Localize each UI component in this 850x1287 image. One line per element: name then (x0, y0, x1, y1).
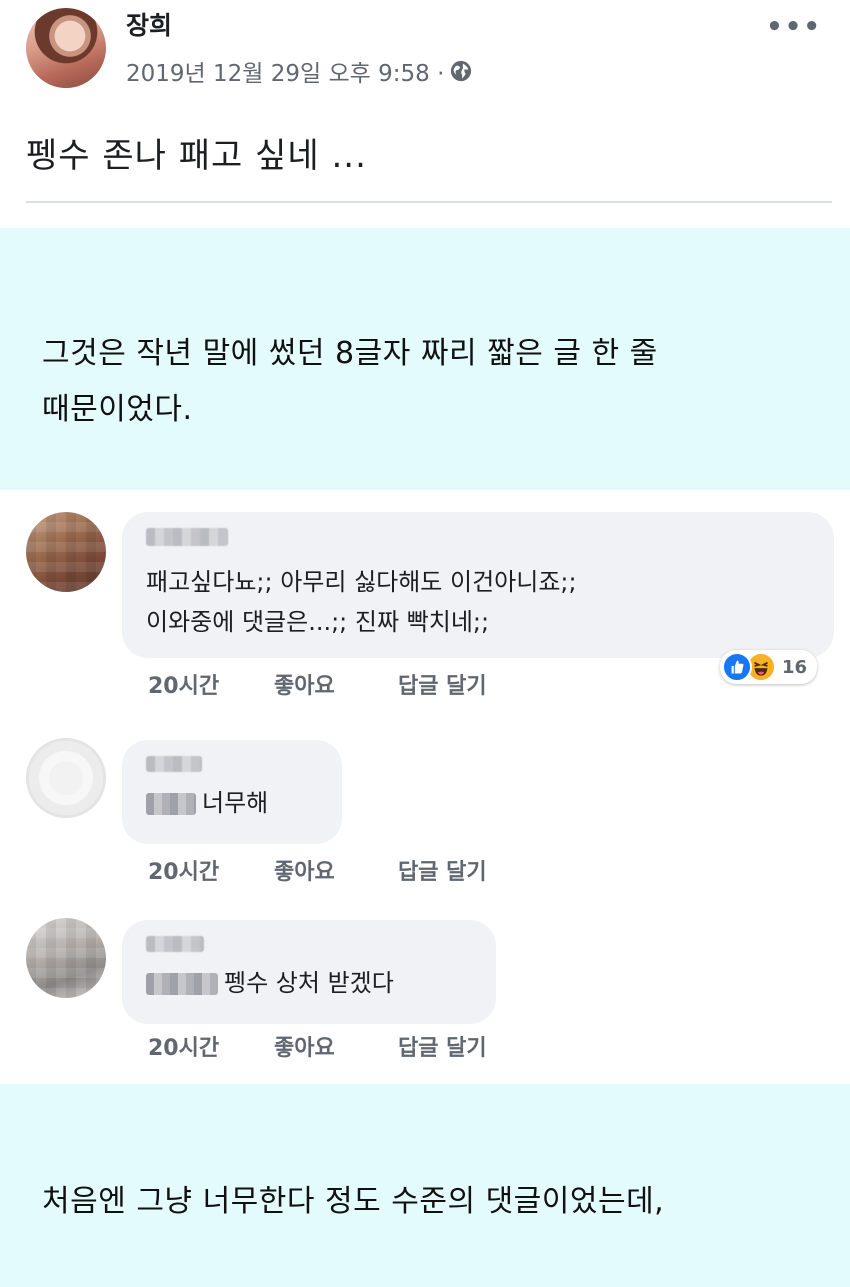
comments-section: 패고싶다뇨;; 아무리 싫다해도 이건아니죠;; 이와중에 댓글은...;; 진… (0, 490, 850, 1084)
author-avatar[interactable] (26, 8, 106, 88)
like-button[interactable]: 좋아요 (274, 854, 398, 886)
comment-bubble: 펭수 상처 받겠다 (122, 920, 496, 1024)
blurred-commenter-name[interactable] (146, 756, 202, 772)
blurred-commenter-name[interactable] (146, 528, 228, 546)
post-text: 펭수 존나 패고 싶네 ... (26, 136, 367, 176)
comment-bubble: 패고싶다뇨;; 아무리 싫다해도 이건아니죠;; 이와중에 댓글은...;; 진… (122, 512, 834, 658)
globe-icon (451, 60, 472, 82)
more-options-icon[interactable]: ••• (766, 12, 822, 42)
comment-time[interactable]: 20시간 (148, 1030, 274, 1062)
caption-panel-2: 처음엔 그냥 너무한다 정도 수준의 댓글이었는데, (0, 1084, 850, 1287)
blurred-mention-tag[interactable] (146, 793, 196, 815)
comment-text-line-2: 이와중에 댓글은...;; 진짜 빡치네;; (146, 608, 490, 636)
reaction-count: 16 (782, 656, 808, 678)
comment-text-line-1: 패고싶다뇨;; 아무리 싫다해도 이건아니죠;; (146, 568, 577, 596)
comment-bubble: 너무해 (122, 740, 342, 844)
commenter-avatar[interactable] (26, 512, 106, 592)
caption-text-1: 그것은 작년 말에 썼던 8글자 짜리 짧은 글 한 줄 때문이었다. (42, 326, 658, 438)
comment-time[interactable]: 20시간 (148, 854, 274, 886)
post-divider (26, 201, 832, 203)
comment-text: 패고싶다뇨;; 아무리 싫다해도 이건아니죠;; 이와중에 댓글은...;; 진… (146, 562, 812, 642)
reaction-summary[interactable]: 16 (720, 650, 818, 684)
like-button[interactable]: 좋아요 (274, 1030, 398, 1062)
reply-button[interactable]: 답글 달기 (398, 668, 487, 700)
comment-text: 너무해 (202, 789, 269, 817)
commenter-avatar[interactable] (26, 918, 106, 998)
blurred-mention-tag[interactable] (146, 973, 218, 995)
comment-time[interactable]: 20시간 (148, 668, 274, 700)
post-card: 장희 2019년 12월 29일 오후 9:58 · ••• 펭수 존나 패고 … (0, 0, 850, 228)
comment-text: 펭수 상처 받겠다 (224, 969, 394, 997)
post-meta: 2019년 12월 29일 오후 9:58 · (126, 54, 472, 88)
caption-1-line-2: 때문이었다. (42, 392, 193, 427)
caption-1-line-1: 그것은 작년 말에 썼던 8글자 짜리 짧은 글 한 줄 (42, 336, 658, 371)
caption-text-2: 처음엔 그냥 너무한다 정도 수준의 댓글이었는데, (42, 1184, 665, 1219)
post-timestamp[interactable]: 2019년 12월 29일 오후 9:58 · (126, 54, 444, 88)
like-button[interactable]: 좋아요 (274, 668, 398, 700)
comment-actions: 20시간 좋아요 답글 달기 (148, 668, 487, 700)
reply-button[interactable]: 답글 달기 (398, 1030, 487, 1062)
comment-actions: 20시간 좋아요 답글 달기 (148, 854, 487, 886)
caption-panel-1: 그것은 작년 말에 썼던 8글자 짜리 짧은 글 한 줄 때문이었다. (0, 228, 850, 490)
comment-text-row: 펭수 상처 받겠다 (146, 966, 474, 1000)
blurred-commenter-name[interactable] (146, 936, 204, 952)
comment-actions: 20시간 좋아요 답글 달기 (148, 1030, 487, 1062)
author-name[interactable]: 장희 (126, 6, 172, 42)
commenter-avatar[interactable] (26, 738, 106, 818)
reply-button[interactable]: 답글 달기 (398, 854, 487, 886)
like-reaction-icon (722, 652, 752, 682)
comment-text-row: 너무해 (146, 786, 320, 820)
